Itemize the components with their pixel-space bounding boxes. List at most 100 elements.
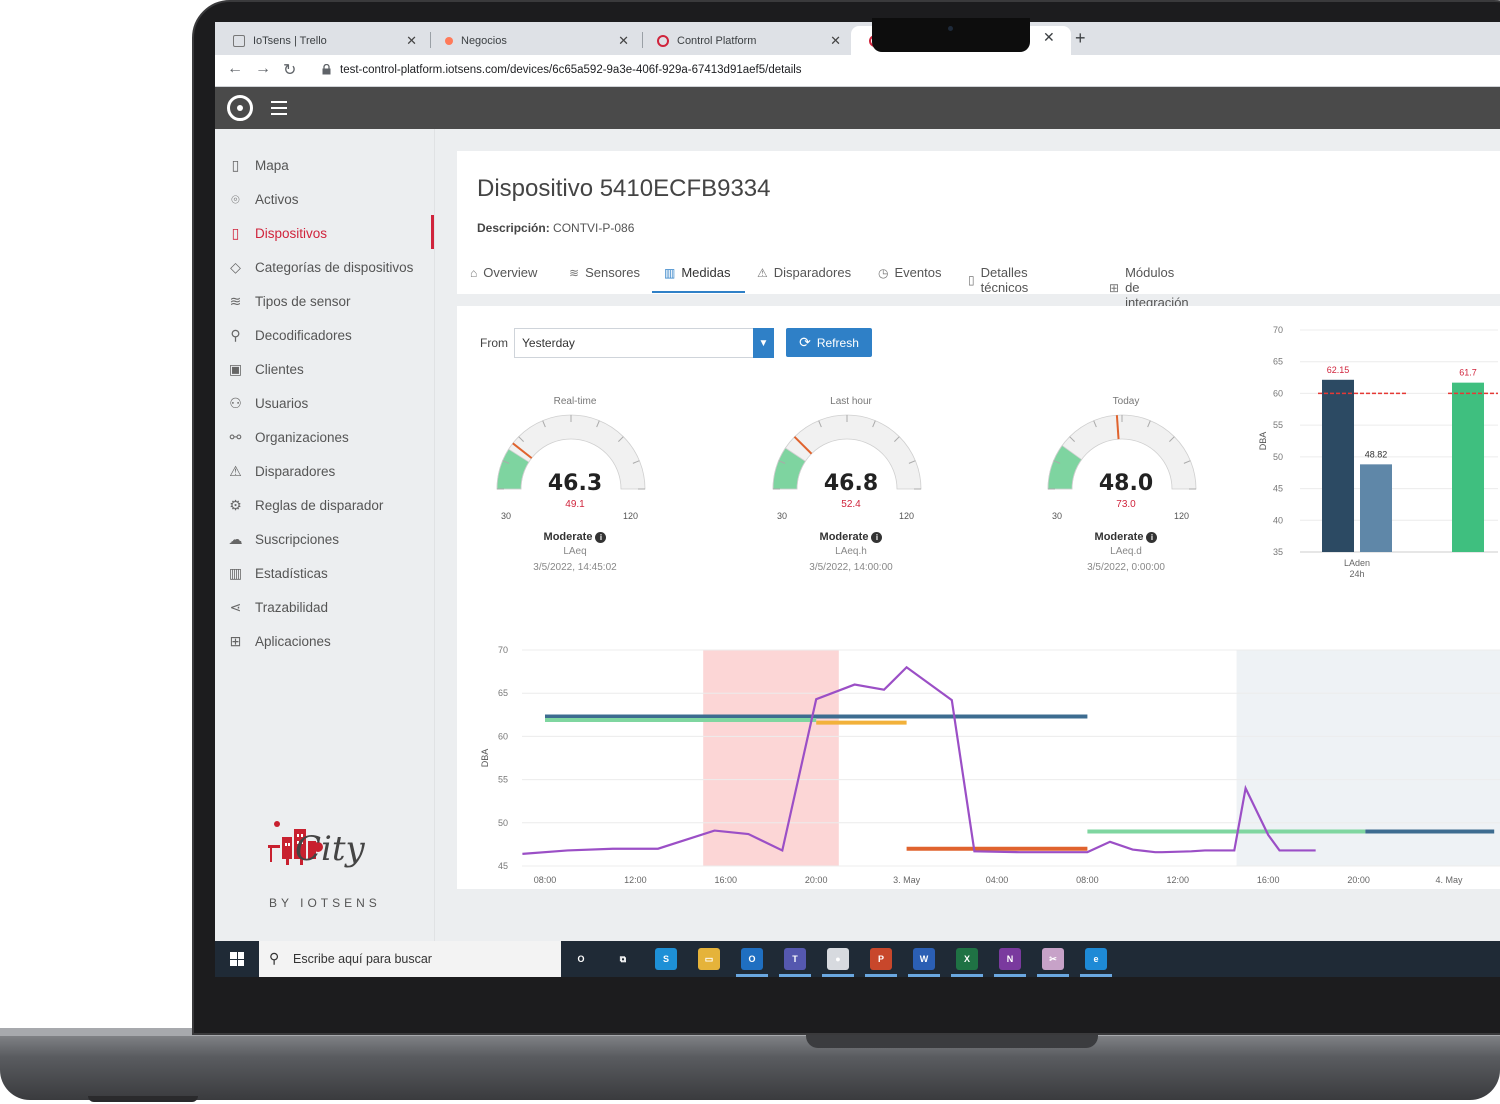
tab-label: Control Platform [677, 34, 757, 47]
highlight-band [703, 650, 839, 866]
sidebar-item-dispositivos[interactable]: ▯ Dispositivos [227, 222, 327, 244]
teams-icon[interactable]: T [784, 948, 806, 970]
browser-tab-control-platform[interactable]: Control Platform ✕ [639, 26, 851, 55]
close-icon[interactable]: ✕ [406, 33, 417, 49]
taskbar-active-indicator [822, 974, 854, 977]
sidebar-item-reglas[interactable]: ⚙ Reglas de disparador [227, 494, 383, 516]
sidebar-item-clientes[interactable]: ▣ Clientes [227, 358, 304, 380]
hamburger-menu-icon[interactable] [271, 101, 287, 119]
y-tick-label: 50 [498, 818, 508, 828]
chevron-down-icon[interactable]: ▼ [753, 328, 774, 358]
y-tick-label: 50 [1273, 452, 1283, 462]
org-chart-icon: ⚯ [229, 428, 242, 445]
sidebar-item-categorias[interactable]: ◇ Categorías de dispositivos [227, 256, 413, 278]
tab-label: Módulos de integración [1125, 265, 1189, 310]
app-header [215, 87, 1500, 129]
close-icon[interactable]: ✕ [1043, 29, 1055, 46]
wifi-icon: ≋ [569, 265, 580, 280]
browser-tab-negocios[interactable]: Negocios ✕ [427, 26, 639, 55]
gauge-title: Real-time [553, 396, 597, 407]
snip-icon[interactable]: ✂ [1042, 948, 1064, 970]
sidebar-item-label: Estadísticas [255, 565, 328, 581]
tab-sensores[interactable]: ≋ Sensores [569, 265, 640, 280]
laptop-base [0, 1028, 1500, 1100]
sidebar-item-activos[interactable]: ⌾ Activos [227, 188, 299, 210]
sidebar-item-label: Disparadores [255, 463, 336, 479]
word-icon[interactable]: W [913, 948, 935, 970]
tab-modulos-integracion[interactable]: ⊞ Módulos de integración [1109, 265, 1189, 310]
task-view-icon[interactable]: ⧉ [612, 948, 634, 970]
file-explorer-icon[interactable]: ▭ [698, 948, 720, 970]
info-icon[interactable]: i [1146, 532, 1158, 543]
tab-label: Sensores [585, 265, 640, 280]
cortana-icon[interactable]: O [570, 948, 592, 970]
info-icon[interactable]: i [595, 532, 607, 543]
close-icon[interactable]: ✕ [830, 33, 841, 49]
taskbar-search-input[interactable]: ⚲ Escribe aquí para buscar [259, 941, 561, 977]
powerpoint-icon[interactable]: P [870, 948, 892, 970]
y-axis-label: DBA [480, 749, 490, 768]
noise-line-chart: 45 50 55 60 65 70 DBA 08:00 12:00 16:00 20:00 3. Ma… [480, 645, 1500, 885]
back-arrow-icon[interactable]: ← [227, 60, 243, 78]
users-icon: ⚇ [229, 394, 242, 411]
sidebar-item-decodificadores[interactable]: ⚲ Decodificadores [227, 324, 351, 346]
windows-start-icon[interactable] [230, 952, 244, 966]
sidebar-item-tipos-sensor[interactable]: ≋ Tipos de sensor [227, 290, 351, 312]
grid-icon: ⊞ [1109, 280, 1120, 295]
document-icon: ▯ [968, 273, 975, 287]
sidebar-item-mapa[interactable]: ▯ Mapa [227, 154, 289, 176]
y-tick-label: 55 [1273, 420, 1283, 430]
gauge-date: 3/5/2022, 0:00:00 [1087, 562, 1165, 573]
onenote-icon[interactable]: N [999, 948, 1021, 970]
tab-medidas[interactable]: ▥ Medidas [664, 265, 730, 280]
edge-icon[interactable]: e [1085, 948, 1107, 970]
share-icon: ⋖ [229, 598, 242, 615]
sidebar-item-aplicaciones[interactable]: ⊞ Aplicaciones [227, 630, 331, 652]
gauge-realtime: Real-time 46.3 49.1 30 120 Moderate i LAe… [495, 396, 695, 586]
sidebar-item-suscripciones[interactable]: ☁ Suscripciones [227, 528, 340, 550]
close-icon[interactable]: ✕ [618, 33, 629, 49]
sidebar-item-label: Activos [255, 191, 299, 207]
gauge-title: Today [1112, 396, 1140, 407]
tab-eventos[interactable]: ◷ Eventos [878, 265, 941, 280]
new-tab-icon[interactable]: + [1075, 28, 1086, 49]
tab-overview[interactable]: ⌂ Overview [470, 265, 537, 280]
y-tick-label: 60 [498, 731, 508, 741]
sidebar-item-organizaciones[interactable]: ⚯ Organizaciones [227, 426, 349, 448]
refresh-button[interactable]: ⟳ Refresh [786, 328, 872, 357]
tab-label: IoTsens | Trello [253, 34, 327, 47]
hubspot-favicon-icon [445, 36, 453, 45]
sidebar-item-trazabilidad[interactable]: ⋖ Trazabilidad [227, 596, 328, 618]
outlook-icon[interactable]: O [741, 948, 763, 970]
url-field[interactable]: test-control-platform.iotsens.com/device… [340, 64, 802, 76]
chrome-icon[interactable]: ● [827, 948, 849, 970]
excel-icon[interactable]: X [956, 948, 978, 970]
search-placeholder: Escribe aquí para buscar [293, 952, 432, 966]
browser-tab-bar: IoTsens | Trello ✕ Negocios ✕ Control Pl… [215, 22, 1500, 55]
iotsens-logo-icon[interactable] [227, 95, 253, 121]
bar [1322, 379, 1354, 552]
tab-label: Medidas [681, 265, 731, 280]
trello-favicon-icon [233, 34, 245, 47]
sidebar-item-disparadores[interactable]: ⚠ Disparadores [227, 460, 335, 482]
taskbar-active-indicator [908, 974, 940, 977]
sidebar-item-estadisticas[interactable]: ▥ Estadísticas [227, 562, 328, 584]
forward-arrow-icon[interactable]: → [255, 60, 271, 78]
store-icon[interactable]: S [655, 948, 677, 970]
x-tick-label: 16:00 [1257, 875, 1280, 885]
sidebar-item-usuarios[interactable]: ⚇ Usuarios [227, 392, 308, 414]
sidebar-item-label: Trazabilidad [255, 599, 329, 615]
browser-tab-trello[interactable]: IoTsens | Trello ✕ [215, 26, 427, 55]
sidebar-item-label: Categorías de dispositivos [255, 259, 414, 275]
reload-icon[interactable]: ↻ [283, 60, 296, 80]
tab-disparadores[interactable]: ⚠ Disparadores [757, 265, 851, 280]
info-icon[interactable]: i [871, 532, 883, 543]
from-select[interactable]: Yesterday [514, 328, 754, 358]
cloud-upload-icon: ☁ [228, 530, 243, 547]
tab-detalles-tecnicos[interactable]: ▯ Detalles técnicos [968, 265, 1028, 295]
gauge-dial [1047, 414, 1197, 490]
x-tick-label: 20:00 [1347, 875, 1370, 885]
gauge-metric: LAeq.d [1110, 546, 1142, 557]
device-icon: ▯ [231, 224, 240, 241]
city-brand-text: City [295, 829, 365, 869]
